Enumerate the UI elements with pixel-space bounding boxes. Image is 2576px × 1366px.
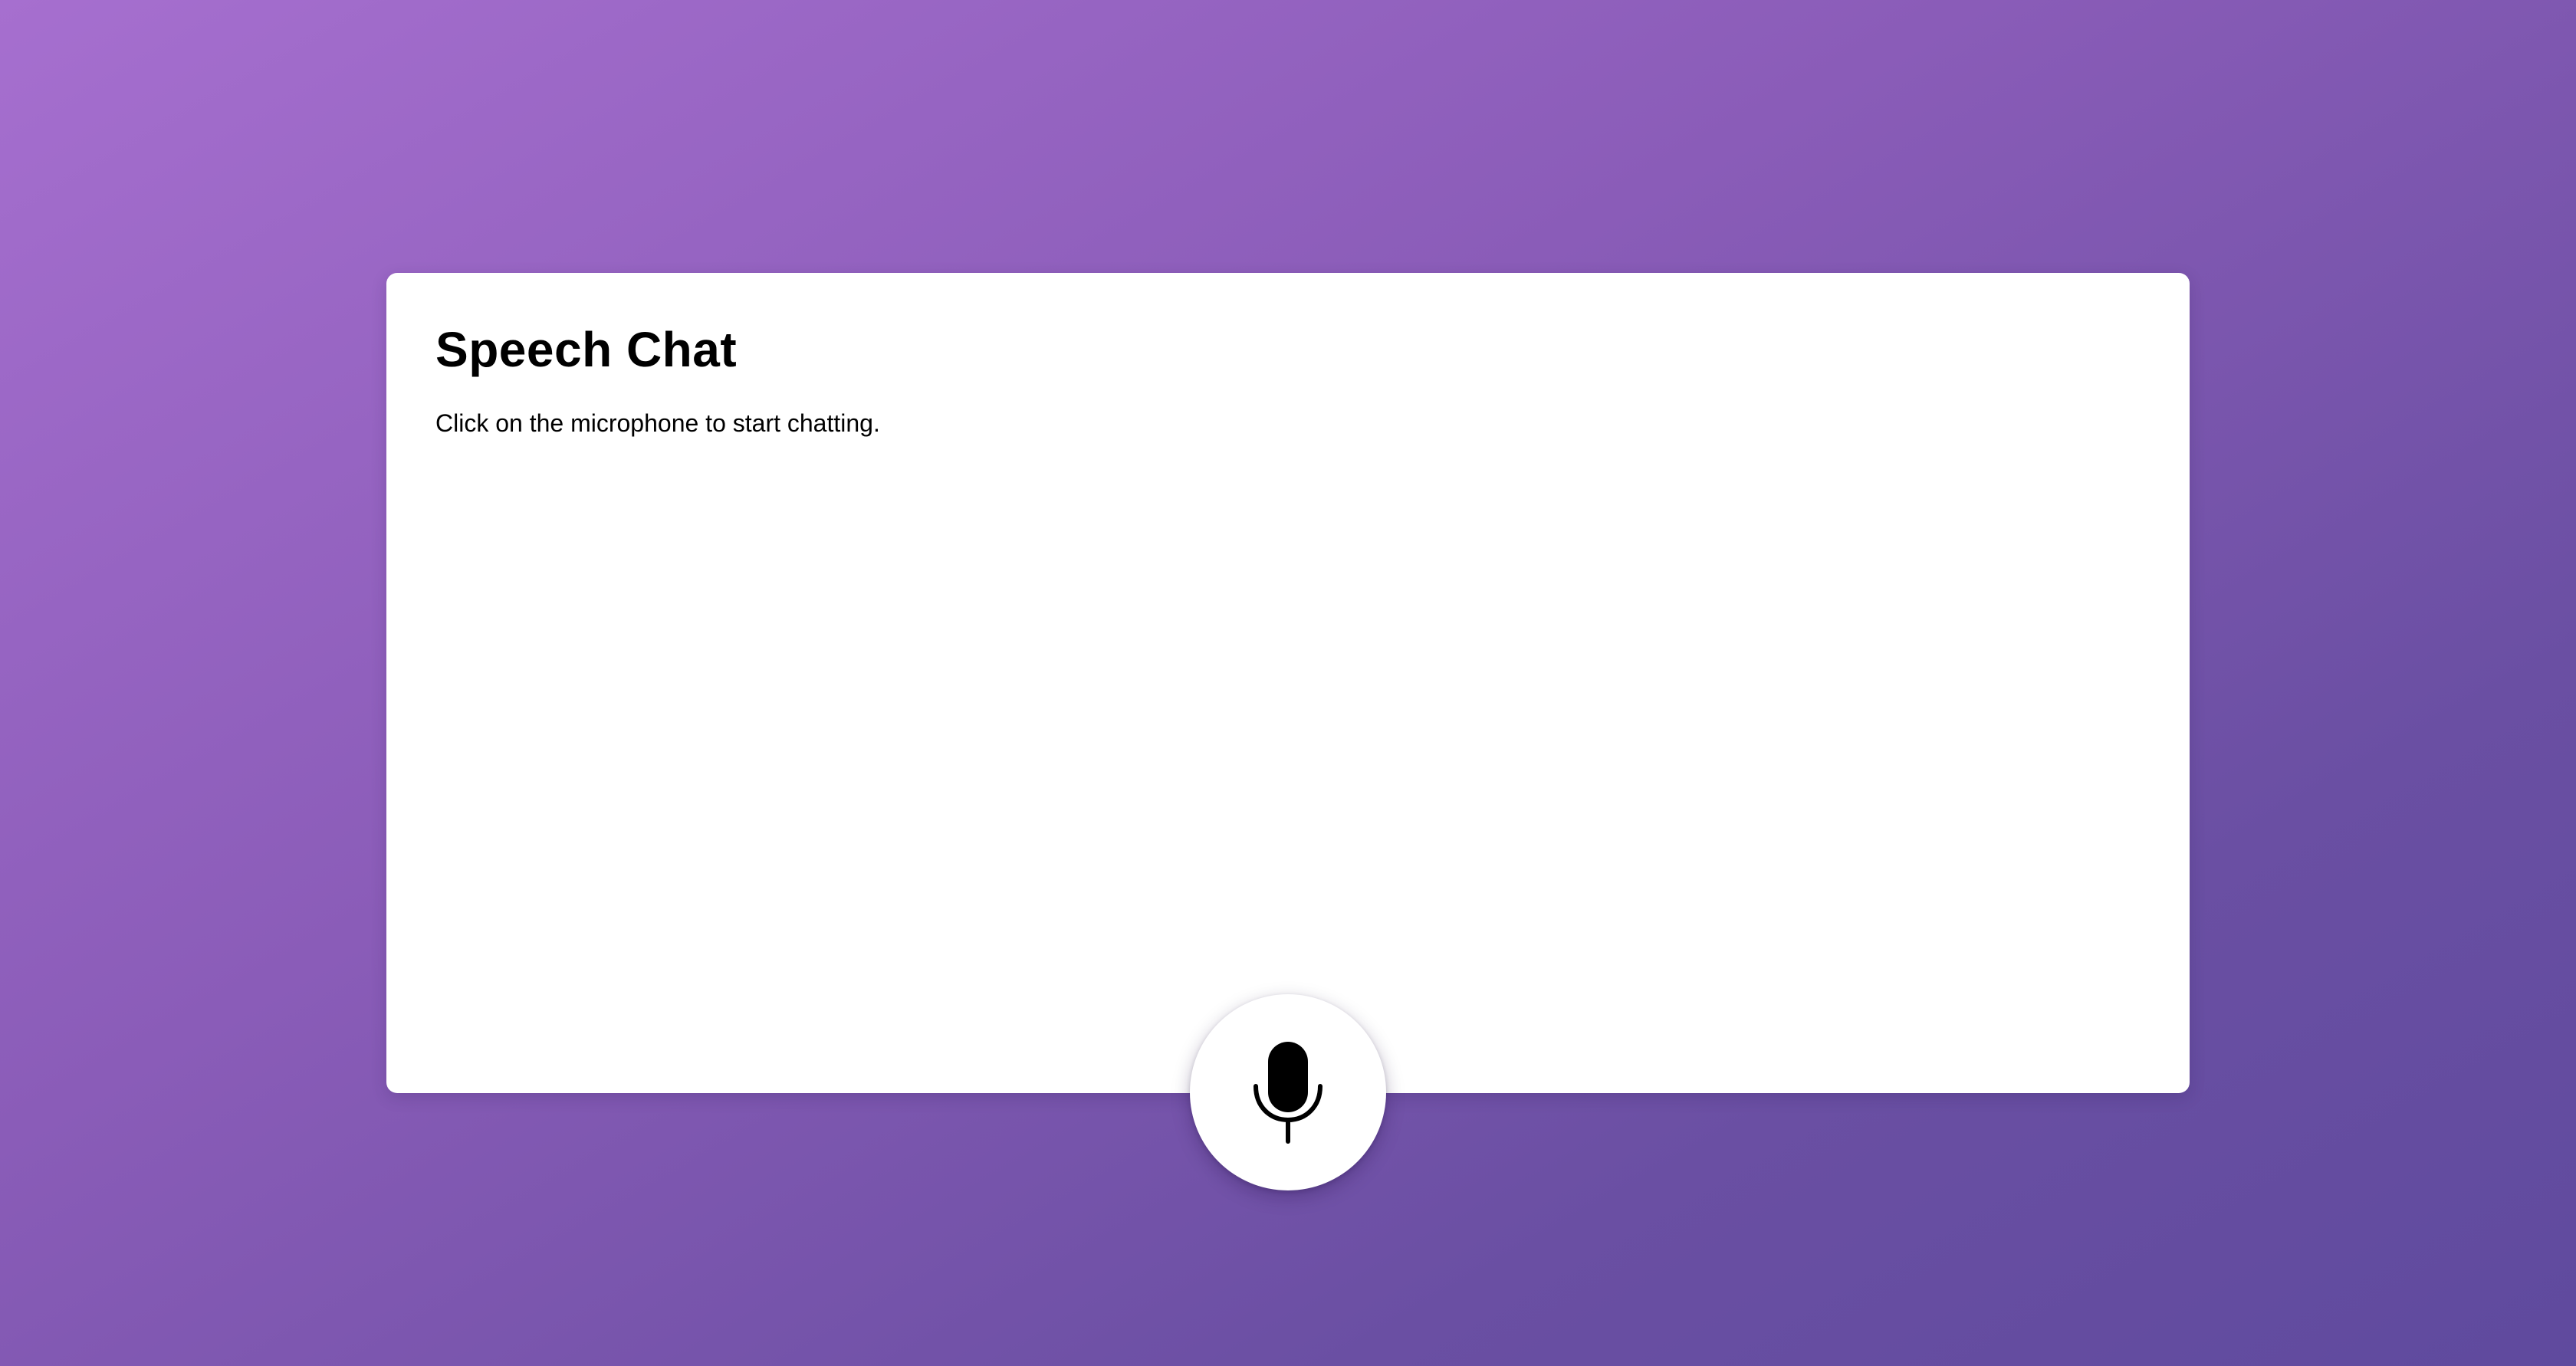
microphone-icon: [1251, 1040, 1325, 1144]
microphone-button[interactable]: [1190, 994, 1386, 1190]
chat-panel: Speech Chat Click on the microphone to s…: [386, 273, 2190, 1093]
page-title: Speech Chat: [435, 322, 738, 377]
instructions-text: Click on the microphone to start chattin…: [435, 409, 880, 437]
